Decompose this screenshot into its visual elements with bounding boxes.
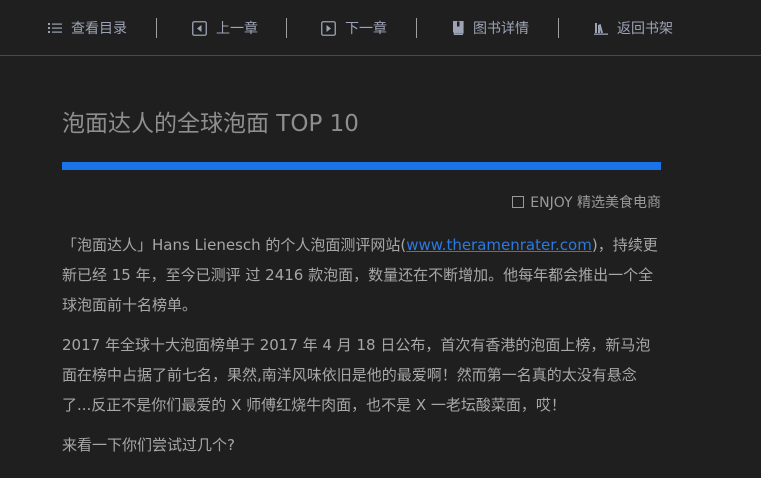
next-chapter-icon bbox=[321, 20, 336, 36]
title-underline bbox=[62, 162, 661, 170]
prev-chapter-button[interactable]: 上一章 bbox=[192, 18, 258, 38]
book-details-label: 图书详情 bbox=[473, 21, 529, 37]
prev-chapter-label: 上一章 bbox=[216, 21, 258, 37]
paragraph-intro-start: 「泡面达人」Hans Lienesch 的个人泡面测评网站( bbox=[62, 236, 407, 254]
article-title: 泡面达人的全球泡面 TOP 10 bbox=[62, 111, 359, 137]
toc-button[interactable]: 查看目录 bbox=[48, 18, 127, 38]
article-source: ENJOY 精选美食电商 bbox=[512, 192, 661, 212]
checkbox-icon bbox=[512, 196, 525, 208]
nav-divider bbox=[558, 18, 559, 38]
back-to-shelf-button[interactable]: 返回书架 bbox=[594, 18, 673, 38]
ramen-rater-link[interactable]: www.theramenrater.com bbox=[406, 236, 592, 254]
nav-divider bbox=[416, 18, 417, 38]
next-chapter-button[interactable]: 下一章 bbox=[321, 18, 387, 38]
paragraph-closing: 来看一下你们尝试过几个? bbox=[62, 436, 235, 454]
prev-chapter-icon bbox=[192, 20, 207, 36]
reader-toolbar: 查看目录 上一章 下一章 图书详情 返回书架 bbox=[0, 0, 761, 56]
source-label: ENJOY 精选美食电商 bbox=[530, 195, 661, 211]
next-chapter-label: 下一章 bbox=[345, 21, 387, 37]
nav-divider bbox=[286, 18, 287, 38]
paragraph-intro: 「泡面达人」Hans Lienesch 的个人泡面测评网站(www.theram… bbox=[62, 230, 665, 320]
list-icon bbox=[48, 22, 62, 34]
toc-label: 查看目录 bbox=[71, 21, 127, 37]
book-details-button[interactable]: 图书详情 bbox=[452, 18, 529, 38]
book-icon bbox=[452, 21, 464, 35]
bookshelf-icon bbox=[594, 22, 608, 35]
paragraph-ranking: 2017 年全球十大泡面榜单于 2017 年 4 月 18 日公布，首次有香港的… bbox=[62, 336, 651, 414]
nav-divider bbox=[156, 18, 157, 38]
back-to-shelf-label: 返回书架 bbox=[617, 21, 673, 37]
